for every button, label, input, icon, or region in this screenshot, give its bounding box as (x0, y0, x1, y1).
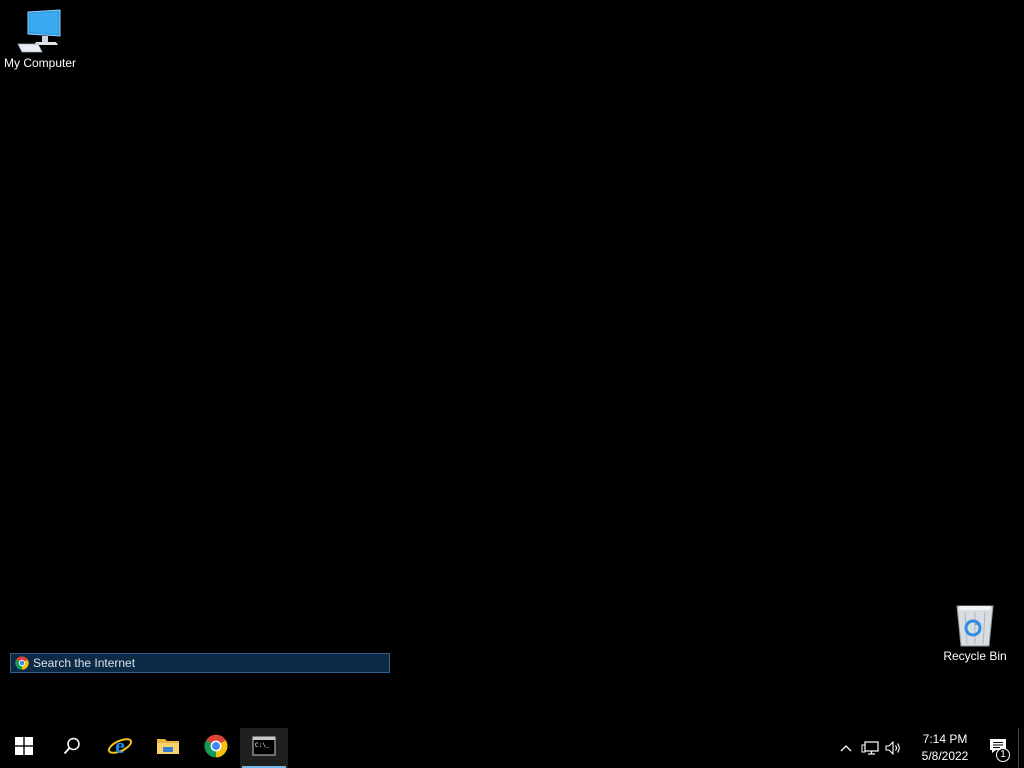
search-placeholder: Search the Internet (33, 656, 136, 670)
internet-explorer-icon: e (107, 733, 133, 763)
clock-date: 5/8/2022 (921, 749, 969, 763)
network-icon[interactable] (858, 728, 882, 768)
show-desktop-button[interactable] (1018, 728, 1024, 768)
folder-icon (156, 736, 180, 761)
chrome-icon (204, 734, 228, 763)
desktop-icon-label: Recycle Bin (943, 649, 1007, 663)
desktop-icon-label: My Computer (3, 56, 77, 70)
recycle-bin-icon (951, 601, 999, 649)
desktop-icon-my-computer[interactable]: My Computer (0, 8, 80, 71)
clock-time: 7:14 PM (922, 732, 968, 746)
search-button[interactable] (48, 728, 96, 768)
chrome-icon (15, 656, 29, 670)
internet-search-box[interactable]: Search the Internet (10, 653, 390, 673)
taskbar-file-explorer[interactable] (144, 728, 192, 768)
svg-text:C:\_: C:\_ (255, 742, 270, 749)
taskbar: e C:\_ 7:14 PM 5/8/2022 1 (0, 728, 1024, 768)
taskbar-command-prompt[interactable]: C:\_ (240, 728, 288, 768)
taskbar-clock[interactable]: 7:14 PM 5/8/2022 (912, 731, 978, 765)
start-button[interactable] (0, 728, 48, 768)
taskbar-chrome[interactable] (192, 728, 240, 768)
desktop: My Computer Recycle Bin Search the Inter… (0, 0, 1024, 728)
taskbar-internet-explorer[interactable]: e (96, 728, 144, 768)
action-center-button[interactable]: 1 (978, 728, 1018, 768)
chevron-up-icon[interactable] (834, 728, 858, 768)
system-tray: 7:14 PM 5/8/2022 1 (834, 728, 1024, 768)
svg-text:e: e (115, 734, 125, 758)
computer-icon (16, 8, 64, 56)
windows-logo-icon (15, 736, 33, 760)
notification-count-badge: 1 (996, 748, 1010, 762)
search-icon (63, 737, 81, 760)
terminal-icon: C:\_ (252, 736, 276, 761)
volume-icon[interactable] (882, 728, 906, 768)
desktop-icon-recycle-bin[interactable]: Recycle Bin (935, 601, 1015, 664)
